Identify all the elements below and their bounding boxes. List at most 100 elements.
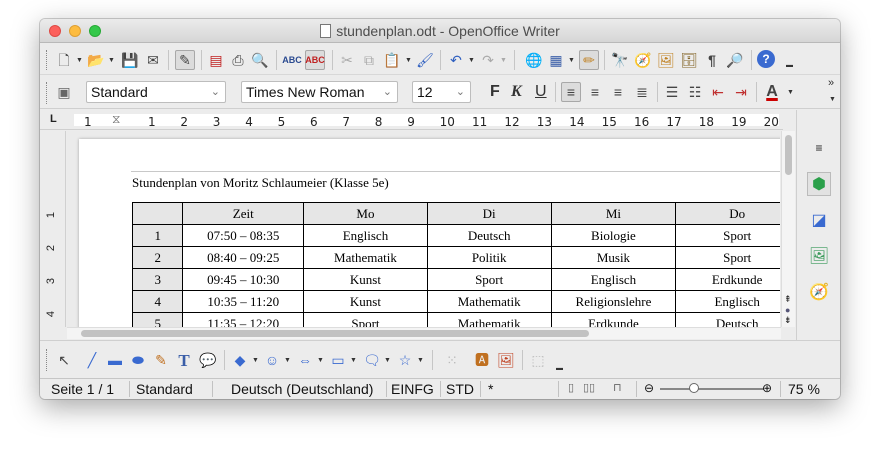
- vertical-scroll-thumb[interactable]: [785, 135, 792, 175]
- table-row[interactable]: 3 09:45 – 10:30 Kunst Sport Englisch Erdkunde: [131, 268, 780, 291]
- vertical-scrollbar[interactable]: ⇞ ● ⇟: [781, 131, 795, 327]
- tab-type-marker[interactable]: L: [50, 113, 57, 125]
- table-cell[interactable]: Deutsch: [675, 312, 780, 327]
- chevron-down-icon[interactable]: ▼: [405, 57, 412, 64]
- help-icon[interactable]: ?: [757, 50, 775, 68]
- navigation-icon[interactable]: ●: [785, 305, 790, 315]
- toolbar-grip[interactable]: [46, 50, 49, 70]
- chevron-down-icon[interactable]: ▼: [417, 357, 424, 364]
- schedule-table[interactable]: Zeit Mo Di Mi Do 1 07:50 – 08:35 Englisch Deuts…: [131, 202, 780, 327]
- zoom-in-icon[interactable]: ⊕: [762, 381, 772, 395]
- zoom-icon[interactable]: 🔎: [725, 50, 745, 70]
- chevron-down-icon[interactable]: ▼: [76, 57, 83, 64]
- table-cell[interactable]: Kunst: [303, 290, 428, 313]
- decrease-indent-icon[interactable]: ⇤: [708, 82, 728, 102]
- table-cell[interactable]: Sport: [675, 224, 780, 247]
- next-page-icon[interactable]: ⇟: [784, 315, 792, 326]
- bullets-icon[interactable]: ☷: [685, 82, 705, 102]
- table-cell[interactable]: Erdkunde: [675, 268, 780, 291]
- italic-button[interactable]: K: [511, 83, 522, 101]
- navigator-icon[interactable]: 🧭: [633, 50, 653, 70]
- email-icon[interactable]: ✉: [143, 50, 163, 70]
- show-draw-functions-icon[interactable]: ✏: [579, 50, 599, 70]
- table-cell[interactable]: Mathematik: [426, 290, 552, 313]
- table-cell[interactable]: Sport: [303, 312, 428, 327]
- freeform-icon[interactable]: ✎: [151, 350, 171, 370]
- data-sources-icon[interactable]: 🗄: [679, 50, 699, 70]
- from-file-icon[interactable]: 🖼: [496, 350, 516, 370]
- align-right-icon[interactable]: ≡: [608, 82, 628, 102]
- row-number-cell[interactable]: 5: [131, 312, 184, 327]
- font-name-combo[interactable]: Times New Roman ⌄: [241, 81, 398, 103]
- row-number-cell[interactable]: 4: [131, 290, 184, 313]
- header-cell-corner[interactable]: [131, 202, 184, 225]
- paragraph-style-combo[interactable]: Standard ⌄: [86, 81, 226, 103]
- table-body[interactable]: 1 07:50 – 08:35 Englisch Deutsch Biologie Spo…: [131, 224, 780, 327]
- align-center-icon[interactable]: ≡: [585, 82, 605, 102]
- table-cell[interactable]: Religionslehre: [550, 290, 677, 313]
- table-cell[interactable]: 11:35 – 12:20: [182, 312, 305, 327]
- table-cell[interactable]: Englisch: [550, 268, 677, 291]
- zoom-slider-track[interactable]: [660, 388, 764, 390]
- gallery-icon[interactable]: 🖼: [807, 244, 831, 268]
- table-cell[interactable]: Erdkunde: [550, 312, 677, 327]
- chevron-down-icon[interactable]: ▼: [108, 57, 115, 64]
- sidebar-menu-icon[interactable]: ≡: [807, 136, 831, 160]
- rectangle-icon[interactable]: ▬: [105, 350, 125, 370]
- line-icon[interactable]: ╱: [82, 350, 102, 370]
- header-cell[interactable]: Di: [426, 202, 552, 225]
- extrusion-icon[interactable]: ⬚: [528, 350, 548, 370]
- styles-icon[interactable]: ◪: [807, 208, 831, 232]
- table-cell[interactable]: Mathematik: [426, 312, 552, 327]
- header-cell[interactable]: Mi: [550, 202, 677, 225]
- table-row[interactable]: 5 11:35 – 12:20 Sport Mathematik Erdkunde Deu…: [131, 312, 780, 327]
- single-page-view-icon[interactable]: ▯: [568, 381, 574, 394]
- table-cell[interactable]: Politik: [426, 246, 552, 269]
- spelling-icon[interactable]: ABC: [282, 50, 302, 70]
- table-cell[interactable]: Biologie: [550, 224, 677, 247]
- table-cell[interactable]: Sport: [675, 246, 780, 269]
- align-left-icon[interactable]: ≡: [561, 82, 581, 102]
- header-cell[interactable]: Do: [675, 202, 780, 225]
- print-icon[interactable]: ⎙: [228, 50, 248, 70]
- chevron-down-icon[interactable]: ▼: [468, 57, 475, 64]
- formatting-marks-icon[interactable]: ¶: [702, 50, 722, 70]
- document-heading[interactable]: Stundenplan von Moritz Schlaumeier (Klas…: [132, 175, 389, 191]
- status-zoom[interactable]: 75 %: [788, 381, 820, 397]
- table-row[interactable]: 4 10:35 – 11:20 Kunst Mathematik Religionsle…: [131, 290, 780, 313]
- table-cell[interactable]: 08:40 – 09:25: [182, 246, 305, 269]
- row-number-cell[interactable]: 3: [131, 268, 184, 291]
- fontwork-icon[interactable]: 🅰: [472, 350, 492, 370]
- points-icon[interactable]: ⁙: [442, 350, 462, 370]
- table-cell[interactable]: 07:50 – 08:35: [182, 224, 305, 247]
- undo-icon[interactable]: ↶: [446, 50, 466, 70]
- redo-icon[interactable]: ↷: [478, 50, 498, 70]
- open-folder-icon[interactable]: 📂: [86, 50, 106, 70]
- find-replace-icon[interactable]: 🔭: [610, 50, 630, 70]
- zoom-slider-knob[interactable]: [689, 383, 699, 393]
- table-cell[interactable]: Englisch: [675, 290, 780, 313]
- properties-icon[interactable]: ⬢: [807, 172, 831, 196]
- styles-formatting-icon[interactable]: ▣: [54, 82, 74, 102]
- select-icon[interactable]: ↖: [54, 350, 74, 370]
- table-row[interactable]: 1 07:50 – 08:35 Englisch Deutsch Biologie Spo…: [131, 224, 780, 247]
- indent-marker-icon[interactable]: ⧖: [112, 112, 120, 127]
- chevron-down-icon[interactable]: ▼: [252, 357, 259, 364]
- chevron-down-icon[interactable]: ▼: [829, 96, 836, 103]
- basic-shapes-icon[interactable]: ◆: [230, 350, 250, 370]
- row-number-cell[interactable]: 2: [131, 246, 184, 269]
- chevron-down-icon[interactable]: ▼: [384, 357, 391, 364]
- horizontal-scrollbar[interactable]: [67, 327, 781, 339]
- table-cell[interactable]: Deutsch: [426, 224, 552, 247]
- gallery-icon[interactable]: 🖼: [656, 50, 676, 70]
- table-cell[interactable]: 10:35 – 11:20: [182, 290, 305, 313]
- flowchart-icon[interactable]: ▭: [328, 350, 348, 370]
- toolbar-grip[interactable]: [46, 349, 49, 371]
- symbol-shapes-icon[interactable]: ☺: [262, 350, 282, 370]
- chevron-down-icon[interactable]: ▼: [568, 57, 575, 64]
- increase-indent-icon[interactable]: ⇥: [731, 82, 751, 102]
- chevron-down-icon[interactable]: ⌄: [211, 82, 220, 102]
- clone-formatting-icon[interactable]: 🖌: [415, 50, 435, 70]
- hyperlink-icon[interactable]: 🌐: [524, 50, 544, 70]
- chevron-down-icon[interactable]: ▼: [317, 357, 324, 364]
